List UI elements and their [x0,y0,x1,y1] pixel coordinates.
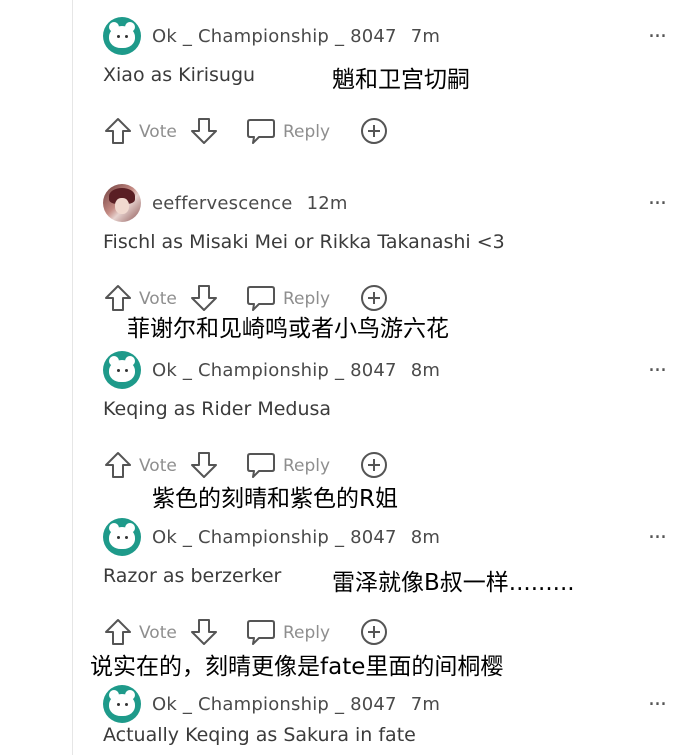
comment-text: Razor as berzerker [103,565,282,587]
more-options-icon[interactable]: ... [648,519,667,544]
comment-meta: Ok _ Championship _ 8047 8m [152,527,440,548]
comment-meta: Ok _ Championship _ 8047 7m [152,26,440,47]
timestamp: 7m [410,694,441,715]
reply-icon[interactable] [245,451,277,479]
more-options-icon[interactable]: ... [648,185,667,210]
comment-actions: Vote Reply [103,116,403,146]
reply-button[interactable]: Reply [283,456,330,476]
username[interactable]: Ok _ Championship _ 8047 [152,360,397,381]
vote-label: Vote [139,122,177,142]
award-plus-icon[interactable] [359,617,389,647]
downvote-icon[interactable] [189,116,219,146]
award-plus-icon[interactable] [359,116,389,146]
avatar[interactable] [103,685,141,723]
translation-caption: 雷泽就像B叔一样......... [332,570,575,596]
timestamp: 8m [410,360,441,381]
timestamp: 8m [410,527,441,548]
username[interactable]: Ok _ Championship _ 8047 [152,527,397,548]
upvote-icon[interactable] [103,116,133,146]
translation-caption: 菲谢尔和见崎鸣或者小鸟游六花 [127,316,449,342]
avatar[interactable] [103,351,141,389]
avatar[interactable] [103,184,141,222]
timestamp: 7m [410,26,441,47]
comment-text: Fischl as Misaki Mei or Rikka Takanashi … [103,231,505,253]
avatar[interactable] [103,518,141,556]
comment-meta: eeffervescence 12m [152,193,348,214]
more-options-icon[interactable]: ... [648,686,667,711]
comment-text: Keqing as Rider Medusa [103,398,332,420]
downvote-icon[interactable] [189,450,219,480]
comment-actions: Vote Reply [103,617,403,647]
vote-label: Vote [139,623,177,643]
timestamp: 12m [306,193,348,214]
reply-icon[interactable] [245,284,277,312]
username[interactable]: eeffervescence [152,193,293,214]
avatar[interactable] [103,17,141,55]
vote-label: Vote [139,289,177,309]
comment-actions: Vote Reply [103,450,403,480]
comment-meta: Ok _ Championship _ 8047 8m [152,360,440,381]
username[interactable]: Ok _ Championship _ 8047 [152,26,397,47]
vote-label: Vote [139,456,177,476]
upvote-icon[interactable] [103,617,133,647]
translation-caption: 紫色的刻晴和紫色的R姐 [152,486,398,512]
reply-icon[interactable] [245,117,277,145]
translation-caption: 魈和卫宫切嗣 [332,67,470,93]
reply-button[interactable]: Reply [283,289,330,309]
reply-icon[interactable] [245,618,277,646]
upvote-icon[interactable] [103,450,133,480]
comment-text: Xiao as Kirisugu [103,64,256,86]
username[interactable]: Ok _ Championship _ 8047 [152,694,397,715]
award-plus-icon[interactable] [359,450,389,480]
comment-text: Actually Keqing as Sakura in fate [103,724,416,746]
reply-button[interactable]: Reply [283,122,330,142]
more-options-icon[interactable]: ... [648,18,667,43]
reply-button[interactable]: Reply [283,623,330,643]
comment-meta: Ok _ Championship _ 8047 7m [152,694,440,715]
comment: Ok _ Championship _ 8047 7m ... Actually … [0,676,690,755]
more-options-icon[interactable]: ... [648,352,667,377]
downvote-icon[interactable] [189,617,219,647]
